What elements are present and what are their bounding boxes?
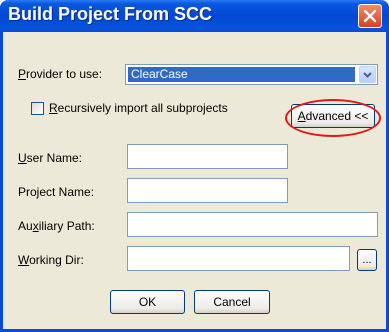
auxiliary-path-input[interactable] <box>127 212 378 237</box>
user-name-text: ser Name: <box>26 151 83 165</box>
recursive-import-accel: R <box>49 101 58 115</box>
provider-label-accel: P <box>18 67 27 81</box>
working-dir-accel: W <box>18 253 30 267</box>
window-title: Build Project From SCC <box>8 4 213 24</box>
provider-select-value: ClearCase <box>128 67 355 82</box>
browse-button-label: ... <box>362 254 372 266</box>
advanced-button[interactable]: Advanced << <box>291 104 375 128</box>
working-dir-input[interactable] <box>127 246 350 271</box>
user-name-label: User Name: <box>18 151 82 165</box>
recursive-import-text: ecursively import all subprojects <box>57 101 228 115</box>
advanced-button-accel: A <box>297 109 306 123</box>
advanced-button-label: Advanced << <box>298 109 369 123</box>
project-name-label: Project Name: <box>18 185 95 199</box>
browse-button[interactable]: ... <box>357 249 377 271</box>
title-bar[interactable]: Build Project From SCC <box>0 0 389 32</box>
advanced-button-text: dvanced << <box>305 109 369 123</box>
cancel-button[interactable]: Cancel <box>194 290 270 314</box>
chevron-down-icon <box>363 71 372 78</box>
build-project-dialog: Build Project From SCC Provider to use: … <box>0 0 389 332</box>
auxiliary-path-text-pre: Au <box>18 219 33 233</box>
recursive-import-label[interactable]: Recursively import all subprojects <box>49 101 228 115</box>
cancel-button-label: Cancel <box>213 295 251 309</box>
provider-label-text: rovider to use: <box>26 67 103 81</box>
user-name-accel: U <box>18 151 27 165</box>
working-dir-label: Working Dir: <box>18 253 84 267</box>
provider-dropdown-button[interactable] <box>359 66 376 83</box>
auxiliary-path-label: Auxiliary Path: <box>18 219 95 233</box>
recursive-import-checkbox[interactable] <box>31 102 44 115</box>
ok-button-label: OK <box>138 295 157 309</box>
user-name-input[interactable] <box>127 144 288 169</box>
working-dir-text: orking Dir: <box>29 253 84 267</box>
project-name-input[interactable] <box>127 178 288 203</box>
ok-button[interactable]: OK <box>110 290 185 314</box>
provider-select[interactable]: ClearCase <box>125 64 378 85</box>
close-icon <box>363 9 377 23</box>
provider-label: Provider to use: <box>18 67 102 81</box>
close-button[interactable] <box>358 4 382 28</box>
auxiliary-path-text-post: iliary Path: <box>38 219 95 233</box>
